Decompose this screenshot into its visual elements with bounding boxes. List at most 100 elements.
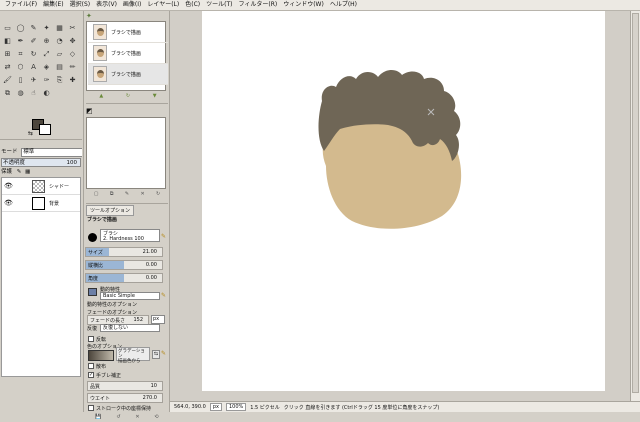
- eye-icon[interactable]: 👁: [4, 182, 13, 190]
- down-arrow-icon[interactable]: ▼: [153, 93, 157, 101]
- delete-icon[interactable]: ✕: [135, 414, 139, 422]
- background-color-swatch[interactable]: [39, 124, 51, 135]
- list-item[interactable]: ブラシで描画: [88, 22, 168, 43]
- blend-icon[interactable]: ▤: [55, 63, 64, 72]
- lock-pixels-icon[interactable]: ✎: [17, 169, 22, 175]
- dodge-burn-icon[interactable]: ◐: [42, 89, 51, 98]
- menu-select[interactable]: 選択(S): [67, 0, 94, 10]
- heal-icon[interactable]: ✚: [68, 76, 77, 85]
- menu-layer[interactable]: レイヤー(L): [144, 0, 182, 10]
- menu-view[interactable]: 表示(V): [93, 0, 120, 10]
- vertical-scrollbar[interactable]: [630, 11, 640, 401]
- restore-icon[interactable]: ↺: [116, 414, 120, 422]
- unit-select[interactable]: px: [151, 315, 165, 324]
- reset-icon[interactable]: ⟲: [154, 414, 158, 422]
- perspective-icon[interactable]: ◇: [68, 50, 77, 59]
- lock-alpha-icon[interactable]: ▦: [25, 169, 30, 175]
- menu-file[interactable]: ファイル(F): [2, 0, 40, 10]
- measure-icon[interactable]: ◔: [55, 37, 64, 46]
- paths-icon[interactable]: ✒: [16, 37, 25, 46]
- cage-icon[interactable]: ⬡: [16, 63, 25, 72]
- edit-brush-icon[interactable]: ✎: [161, 233, 166, 240]
- bucket-fill-icon[interactable]: ◈: [42, 63, 51, 72]
- clone-icon[interactable]: ⎘: [55, 76, 64, 85]
- color-select-icon[interactable]: ▦: [55, 24, 64, 33]
- eraser-icon[interactable]: ▯: [16, 76, 25, 85]
- shear-icon[interactable]: ▱: [55, 50, 64, 59]
- color-picker-icon[interactable]: ✐: [29, 37, 38, 46]
- perspective-clone-icon[interactable]: ⧉: [3, 89, 12, 98]
- foreground-select-icon[interactable]: ◧: [3, 37, 12, 46]
- image-canvas[interactable]: [202, 11, 605, 391]
- new-icon[interactable]: ▢: [94, 191, 99, 199]
- quality-slider[interactable]: 品質 10: [87, 381, 163, 391]
- size-slider[interactable]: サイズ 21.00: [85, 247, 163, 257]
- aspect-ratio-slider[interactable]: 縦横比 0.00: [85, 260, 163, 270]
- ink-icon[interactable]: ✑: [42, 76, 51, 85]
- smooth-checkbox[interactable]: ✓: [88, 372, 94, 378]
- dynamics-options-label[interactable]: 動的特性のオプション: [87, 301, 137, 308]
- gradient-selector[interactable]: グラデーション 描画色から: [116, 347, 150, 364]
- blur-icon[interactable]: ◍: [16, 89, 25, 98]
- paintbrush-icon[interactable]: 🖌: [3, 76, 12, 85]
- edit-icon[interactable]: ✎: [125, 191, 129, 199]
- align-icon[interactable]: ⊞: [3, 50, 12, 59]
- menu-image[interactable]: 画像(I): [120, 0, 144, 10]
- zoom-icon[interactable]: ⊕: [42, 37, 51, 46]
- weight-slider[interactable]: ウエイト 270.0: [87, 393, 163, 403]
- opacity-slider[interactable]: 不透明度 100: [1, 158, 81, 167]
- layer-name[interactable]: 背景: [49, 200, 59, 207]
- scissors-icon[interactable]: ✂: [68, 24, 77, 33]
- menu-tools[interactable]: ツール(T): [203, 0, 235, 10]
- tool-options-tab[interactable]: ツールオプション: [86, 205, 135, 216]
- ellipse-select-icon[interactable]: ◯: [16, 24, 25, 33]
- unit-select[interactable]: px: [209, 403, 222, 411]
- list-item[interactable]: ブラシで描画: [88, 43, 168, 64]
- brushes-tab-icon[interactable]: ✦: [86, 12, 92, 20]
- layer-row[interactable]: 👁 背景: [2, 195, 80, 212]
- repeat-select[interactable]: 反復しない: [100, 324, 160, 332]
- delete-icon[interactable]: ✕: [140, 191, 144, 199]
- menu-help[interactable]: ヘルプ(H): [327, 0, 360, 10]
- swap-colors-icon[interactable]: ⇆: [28, 130, 33, 137]
- scroll-thumb[interactable]: [632, 13, 639, 393]
- crop-icon[interactable]: ⌗: [16, 50, 25, 59]
- list-item[interactable]: ブラシで描画: [88, 64, 168, 85]
- move-icon[interactable]: ✥: [68, 37, 77, 46]
- scale-icon[interactable]: ⤢: [42, 50, 51, 59]
- free-select-icon[interactable]: ✎: [29, 24, 38, 33]
- menu-filters[interactable]: フィルター(R): [235, 0, 280, 10]
- layer-name[interactable]: シャドー: [49, 183, 69, 190]
- gradient-preview[interactable]: [88, 350, 114, 361]
- eye-icon[interactable]: 👁: [4, 199, 13, 207]
- brush-selector[interactable]: ブラシ 2. Hardness 100: [100, 229, 160, 242]
- reverse-checkbox[interactable]: [88, 336, 94, 342]
- dynamics-select[interactable]: Basic Simple: [100, 292, 160, 300]
- layer-row[interactable]: 👁 シャドー: [2, 178, 80, 195]
- angle-slider[interactable]: 角度 0.00: [85, 273, 163, 283]
- patterns-tab-icon[interactable]: ◩: [86, 107, 93, 115]
- reverse-gradient-icon[interactable]: ⇆: [152, 350, 160, 359]
- refresh-icon[interactable]: ↻: [156, 191, 160, 199]
- rect-select-icon[interactable]: ▭: [3, 24, 12, 33]
- duplicate-icon[interactable]: ⧉: [110, 191, 114, 199]
- smudge-icon[interactable]: ☝: [29, 89, 38, 98]
- save-icon[interactable]: 💾: [95, 414, 101, 422]
- edit-dynamics-icon[interactable]: ✎: [161, 292, 166, 299]
- edit-gradient-icon[interactable]: ✎: [161, 350, 166, 357]
- text-icon[interactable]: A: [29, 63, 38, 72]
- pencil-icon[interactable]: ✏: [68, 63, 77, 72]
- stroke-checkbox[interactable]: [88, 405, 94, 411]
- mode-select[interactable]: 標準: [21, 148, 82, 157]
- flip-icon[interactable]: ⇄: [3, 63, 12, 72]
- refresh-icon[interactable]: ↻: [126, 93, 130, 101]
- menu-colors[interactable]: 色(C): [182, 0, 203, 10]
- fuzzy-select-icon[interactable]: ✦: [42, 24, 51, 33]
- rotate-icon[interactable]: ↻: [29, 50, 38, 59]
- zoom-select[interactable]: 100%: [225, 403, 247, 411]
- airbrush-icon[interactable]: ✈: [29, 76, 38, 85]
- jitter-checkbox[interactable]: [88, 363, 94, 369]
- up-arrow-icon[interactable]: ▲: [99, 93, 103, 101]
- menu-edit[interactable]: 編集(E): [40, 0, 66, 10]
- brush-preview[interactable]: [88, 233, 97, 242]
